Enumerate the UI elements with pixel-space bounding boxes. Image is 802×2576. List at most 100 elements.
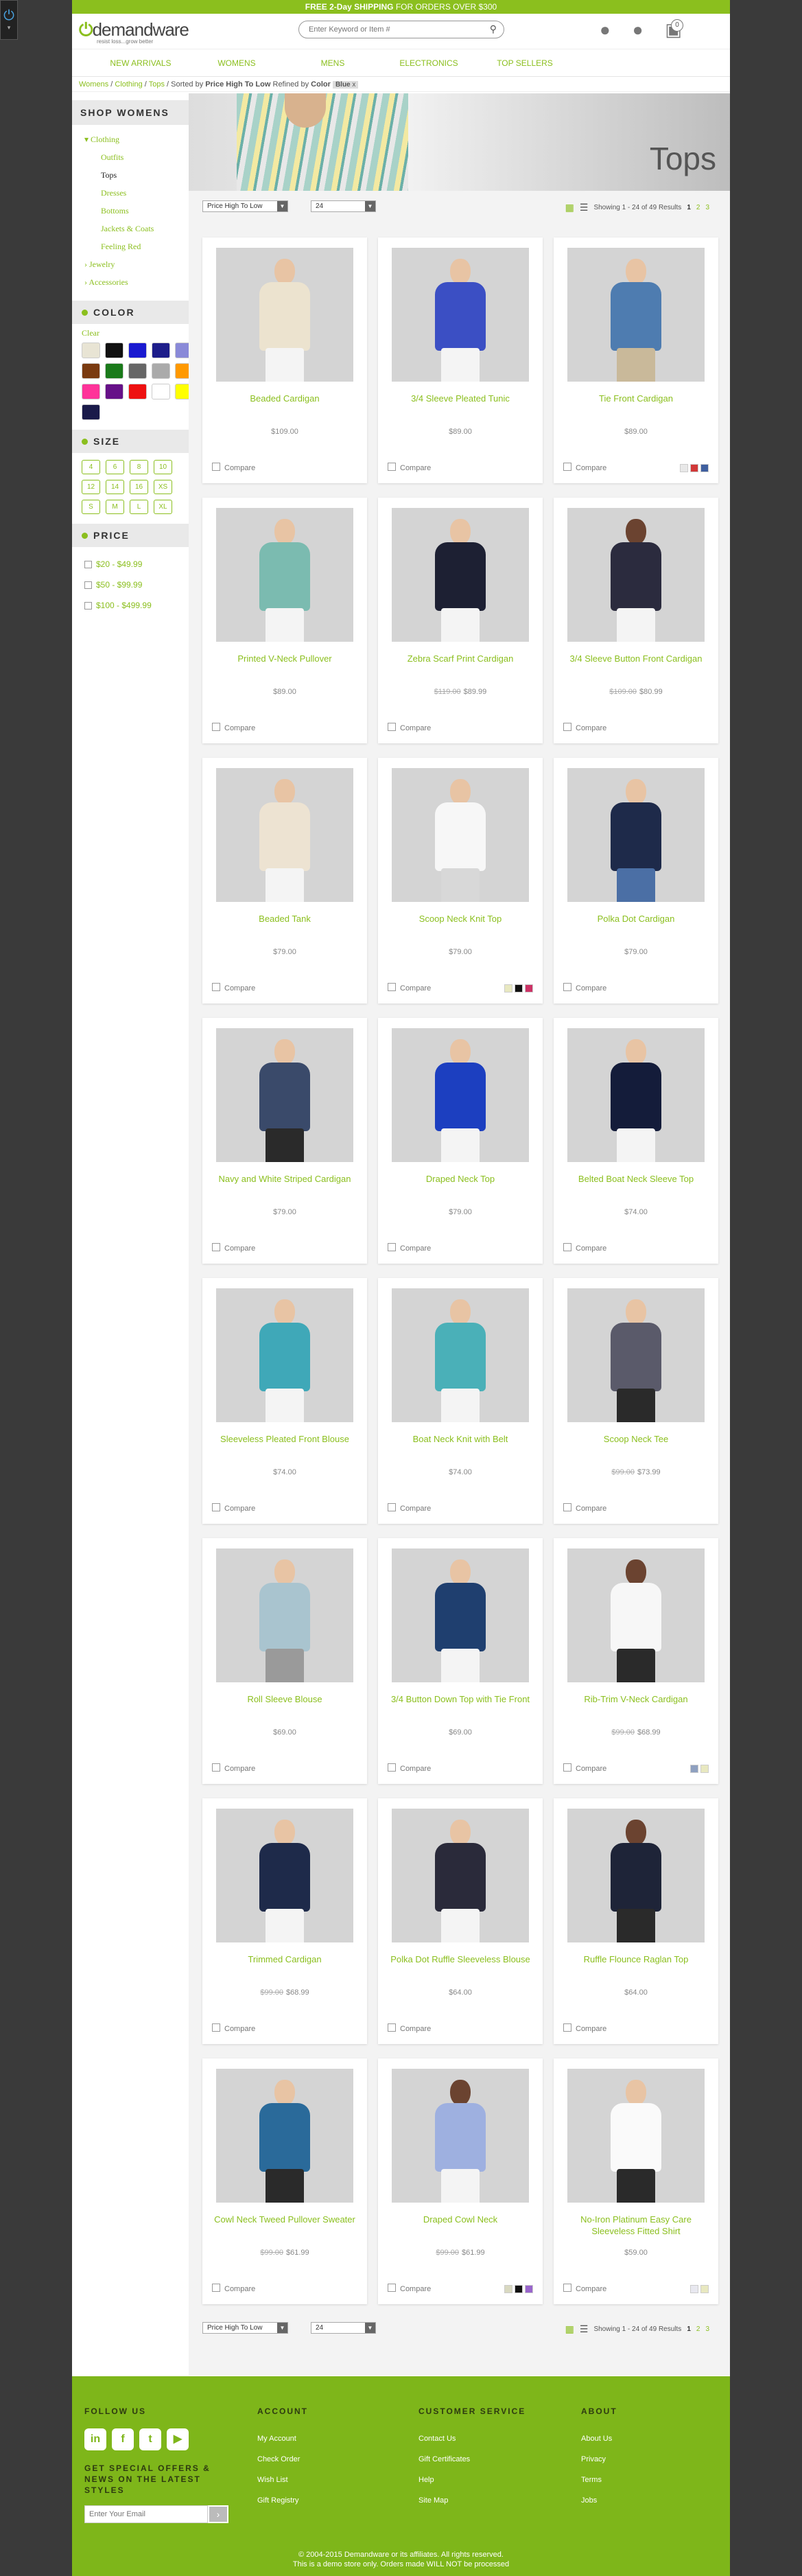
variant-swatch[interactable] <box>515 984 523 993</box>
product-name[interactable]: No-Iron Platinum Easy Care Sleeveless Fi… <box>563 2214 709 2237</box>
compare-checkbox[interactable]: Compare <box>212 983 255 993</box>
linkedin-icon[interactable]: in <box>84 2428 106 2450</box>
nav-mens[interactable]: MENS <box>285 49 381 76</box>
product-name[interactable]: Beaded Cardigan <box>212 393 357 404</box>
compare-checkbox[interactable]: Compare <box>388 983 431 993</box>
compare-checkbox[interactable]: Compare <box>212 463 255 472</box>
per-page-select[interactable]: 24 ▼ <box>311 2322 376 2334</box>
product-name[interactable]: Scoop Neck Tee <box>563 1433 709 1445</box>
size-filter-heading[interactable]: SIZE <box>72 430 189 453</box>
size-option[interactable]: 12 <box>82 480 100 494</box>
product-image[interactable] <box>392 1548 529 1682</box>
product-image[interactable] <box>392 248 529 382</box>
compare-checkbox[interactable]: Compare <box>388 1763 431 1773</box>
size-option[interactable]: XL <box>154 500 172 514</box>
color-swatch[interactable] <box>128 363 147 379</box>
color-swatch[interactable] <box>105 384 123 399</box>
size-option[interactable]: M <box>106 500 124 514</box>
variant-swatch[interactable] <box>525 2285 533 2293</box>
youtube-icon[interactable]: ▶ <box>167 2428 189 2450</box>
product-name[interactable]: Rib-Trim V-Neck Cardigan <box>563 1693 709 1705</box>
category-accessories[interactable]: › Accessories <box>84 273 189 291</box>
grid-view-icon[interactable]: ▦ <box>565 202 574 213</box>
size-option[interactable]: 16 <box>130 480 148 494</box>
footer-link[interactable]: Site Map <box>418 2490 526 2511</box>
product-name[interactable]: Trimmed Cardigan <box>212 1953 357 1965</box>
price-range-option[interactable]: $50 - $99.99 <box>84 575 189 595</box>
size-option[interactable]: XS <box>154 480 172 494</box>
color-swatch[interactable] <box>128 343 147 358</box>
color-swatch[interactable] <box>82 343 100 358</box>
search-icon[interactable]: ⚲ <box>490 23 497 35</box>
product-image[interactable] <box>216 2069 353 2203</box>
compare-checkbox[interactable]: Compare <box>212 723 255 732</box>
variant-swatch[interactable] <box>515 2285 523 2293</box>
variant-swatch[interactable] <box>700 1765 709 1773</box>
variant-swatch[interactable] <box>700 464 709 472</box>
product-image[interactable] <box>216 1809 353 1942</box>
compare-checkbox[interactable]: Compare <box>388 1503 431 1513</box>
compare-checkbox[interactable]: Compare <box>212 1243 255 1253</box>
compare-checkbox[interactable]: Compare <box>563 2284 606 2293</box>
product-name[interactable]: Draped Cowl Neck <box>388 2214 533 2225</box>
product-name[interactable]: Printed V-Neck Pullover <box>212 653 357 664</box>
variant-swatch[interactable] <box>690 2285 698 2293</box>
compare-checkbox[interactable]: Compare <box>563 723 606 732</box>
size-option[interactable]: 8 <box>130 460 148 474</box>
compare-checkbox[interactable]: Compare <box>212 2023 255 2033</box>
category-clothing[interactable]: ▾ Clothing <box>84 130 189 148</box>
price-range-option[interactable]: $20 - $49.99 <box>84 554 189 575</box>
product-name[interactable]: Cowl Neck Tweed Pullover Sweater <box>212 2214 357 2225</box>
variant-swatch[interactable] <box>680 464 688 472</box>
footer-link[interactable]: Contact Us <box>418 2428 526 2449</box>
product-image[interactable] <box>392 768 529 902</box>
list-view-icon[interactable]: ☰ <box>580 2323 589 2335</box>
page-link[interactable]: 2 <box>696 204 700 211</box>
product-image[interactable] <box>567 1288 705 1422</box>
color-swatch[interactable] <box>105 343 123 358</box>
product-name[interactable]: Ruffle Flounce Raglan Top <box>563 1953 709 1965</box>
nav-electronics[interactable]: ELECTRONICS <box>381 49 477 76</box>
facebook-icon[interactable]: f <box>112 2428 134 2450</box>
product-name[interactable]: Beaded Tank <box>212 913 357 925</box>
product-image[interactable] <box>567 248 705 382</box>
product-name[interactable]: Roll Sleeve Blouse <box>212 1693 357 1705</box>
product-name[interactable]: Sleeveless Pleated Front Blouse <box>212 1433 357 1445</box>
size-option[interactable]: S <box>82 500 100 514</box>
product-image[interactable] <box>567 2069 705 2203</box>
product-image[interactable] <box>216 1288 353 1422</box>
product-image[interactable] <box>216 1028 353 1162</box>
color-filter-heading[interactable]: COLOR <box>72 301 189 324</box>
product-image[interactable] <box>216 1548 353 1682</box>
email-submit-button[interactable]: › <box>208 2505 228 2523</box>
product-image[interactable] <box>567 1548 705 1682</box>
footer-link[interactable]: Terms <box>581 2470 617 2490</box>
price-filter-heading[interactable]: PRICE <box>72 524 189 547</box>
product-name[interactable]: 3/4 Button Down Top with Tie Front <box>388 1693 533 1705</box>
compare-checkbox[interactable]: Compare <box>563 1763 606 1773</box>
nav-new-arrivals[interactable]: NEW ARRIVALS <box>93 49 189 76</box>
product-name[interactable]: Tie Front Cardigan <box>563 393 709 404</box>
product-name[interactable]: Polka Dot Ruffle Sleeveless Blouse <box>388 1953 533 1965</box>
product-image[interactable] <box>392 2069 529 2203</box>
product-name[interactable]: Navy and White Striped Cardigan <box>212 1173 357 1185</box>
compare-checkbox[interactable]: Compare <box>388 2284 431 2293</box>
color-swatch[interactable] <box>152 343 170 358</box>
sort-select[interactable]: Price High To Low ▼ <box>202 200 288 212</box>
product-image[interactable] <box>567 508 705 642</box>
page-link[interactable]: 3 <box>705 2325 709 2333</box>
breadcrumb-womens[interactable]: Womens <box>79 80 108 89</box>
product-name[interactable]: Scoop Neck Knit Top <box>388 913 533 925</box>
size-option[interactable]: 14 <box>106 480 124 494</box>
product-name[interactable]: Zebra Scarf Print Cardigan <box>388 653 533 664</box>
nav-top-sellers[interactable]: TOP SELLERS <box>477 49 573 76</box>
nav-womens[interactable]: WOMENS <box>189 49 285 76</box>
compare-checkbox[interactable]: Compare <box>212 1503 255 1513</box>
per-page-select[interactable]: 24 ▼ <box>311 200 376 212</box>
compare-checkbox[interactable]: Compare <box>212 1763 255 1773</box>
search-input[interactable] <box>309 21 480 38</box>
compare-checkbox[interactable]: Compare <box>388 1243 431 1253</box>
product-name[interactable]: Draped Neck Top <box>388 1173 533 1185</box>
color-swatch[interactable] <box>152 384 170 399</box>
refinement-chip[interactable]: Blue x <box>332 81 359 89</box>
